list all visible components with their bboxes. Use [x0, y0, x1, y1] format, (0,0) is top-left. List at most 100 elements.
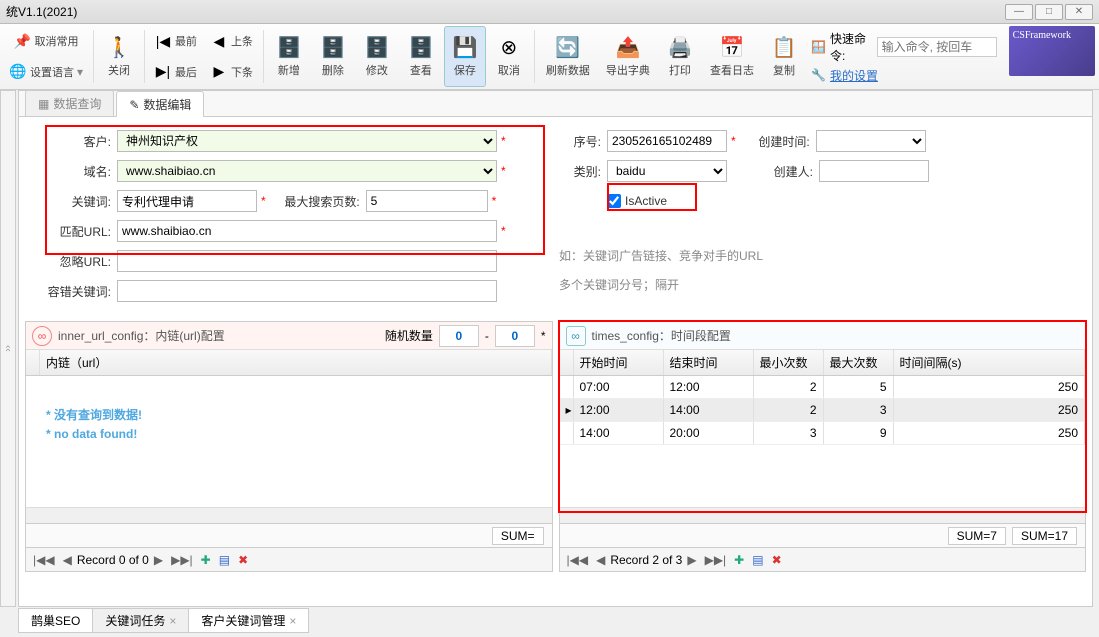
col-max: 最大次数 — [824, 350, 894, 375]
quick-cmd-input[interactable] — [877, 37, 997, 57]
inner-nav-first[interactable]: |◀◀ — [30, 553, 58, 567]
col-end: 结束时间 — [664, 350, 754, 375]
rand-from-input[interactable] — [439, 325, 479, 347]
inner-hscroll[interactable] — [26, 507, 552, 523]
link-icon: ∞ — [32, 326, 52, 346]
times-nav-next[interactable]: ▶ — [684, 553, 699, 567]
col-start: 开始时间 — [574, 350, 664, 375]
set-language-button[interactable]: 🌐设置语言▾ — [4, 61, 89, 83]
tolkeyword-label: 容错关键词: — [39, 283, 117, 300]
split-panes: ∞ inner_url_config：内链(url)配置 随机数量 - * 内链… — [25, 321, 1086, 572]
table-row[interactable]: ▸12:0014:0023250 — [560, 399, 1086, 422]
col-min: 最小次数 — [754, 350, 824, 375]
tab-data-query[interactable]: ▦数据查询 — [25, 90, 114, 116]
inner-sum: SUM= — [492, 527, 544, 545]
framework-logo: CSFramework — [1009, 26, 1095, 76]
inner-nav-next[interactable]: ▶ — [151, 553, 166, 567]
close-window-button[interactable]: ✕ — [1065, 4, 1093, 20]
maximize-button[interactable]: □ — [1035, 4, 1063, 20]
pin-icon: 📌 — [15, 33, 31, 49]
creator-input[interactable] — [819, 160, 929, 182]
createtime-label: 创建时间: — [736, 133, 816, 150]
first-icon: |◀ — [155, 33, 171, 49]
times-hscroll[interactable] — [560, 507, 1086, 523]
tolkeyword-input[interactable] — [117, 280, 497, 302]
my-settings-link[interactable]: 我的设置 — [830, 67, 878, 84]
times-nav-edit[interactable]: ▤ — [749, 553, 766, 567]
times-nav-del[interactable]: ✖ — [769, 553, 785, 567]
view-log-button[interactable]: 📅查看日志 — [703, 26, 761, 87]
next-icon: ▶ — [211, 64, 227, 80]
highlight-box-isactive — [607, 183, 697, 211]
next-record-button[interactable]: ▶下条 — [205, 61, 259, 83]
title-bar: 统V1.1(2021) — □ ✕ — [0, 0, 1099, 24]
first-record-button[interactable]: |◀最前 — [149, 30, 203, 52]
inner-nav-add[interactable]: ✚ — [198, 553, 214, 567]
cancel-button[interactable]: ⊗取消 — [488, 26, 530, 87]
cancel-common-button[interactable]: 📌取消常用 — [4, 30, 89, 52]
save-button[interactable]: 💾保存 — [444, 26, 486, 87]
inner-nav-del[interactable]: ✖ — [235, 553, 251, 567]
export-dict-button[interactable]: 📤导出字典 — [599, 26, 657, 87]
category-select[interactable]: baidu — [607, 160, 727, 182]
inner-nav-record: Record 0 of 0 — [77, 553, 149, 567]
creator-label: 创建人: — [739, 163, 819, 180]
inner-url-pane: ∞ inner_url_config：内链(url)配置 随机数量 - * 内链… — [25, 321, 553, 572]
times-nav-last[interactable]: ▶▶| — [702, 553, 730, 567]
btab-customer-kw[interactable]: 客户关键词管理× — [188, 608, 309, 633]
btab-keyword-task[interactable]: 关键词任务× — [92, 608, 189, 633]
times-pane-title: times_config：时间段配置 — [592, 327, 731, 344]
win-flag-icon: 🪟 — [811, 40, 826, 54]
refresh-button[interactable]: 🔄刷新数据 — [539, 26, 597, 87]
db-del-icon: 🗄️ — [321, 36, 345, 60]
edit-button[interactable]: 🗄️修改 — [356, 26, 398, 87]
db-edit-icon: 🗄️ — [365, 36, 389, 60]
copy-button[interactable]: 📋复制 — [763, 26, 805, 87]
ignoreurl-label: 忽略URL: — [39, 253, 117, 270]
close-tab-icon[interactable]: × — [169, 614, 176, 628]
grid-icon: ▦ — [38, 97, 49, 111]
ribbon-toolbar: 📌取消常用 🌐设置语言▾ 🚶关闭 |◀最前 ▶|最后 ◀上条 ▶下条 🗄️新增 … — [0, 24, 1099, 90]
table-row[interactable]: 07:0012:0025250 — [560, 376, 1086, 399]
times-sum-min: SUM=7 — [948, 527, 1006, 545]
times-grid[interactable]: 07:0012:0025250 ▸12:0014:0023250 14:0020… — [560, 376, 1086, 507]
inner-nav-prev[interactable]: ◀ — [60, 553, 75, 567]
times-nav-prev[interactable]: ◀ — [593, 553, 608, 567]
hint-tol-keyword: 多个关键词分号；隔开 — [559, 276, 929, 293]
createtime-select[interactable] — [816, 130, 926, 152]
inner-nav: |◀◀ ◀ Record 0 of 0 ▶ ▶▶| ✚ ▤ ✖ — [26, 547, 552, 571]
print-button[interactable]: 🖨️打印 — [659, 26, 701, 87]
inner-tabs: ▦数据查询 ✎数据编辑 — [19, 91, 1092, 117]
inner-nav-edit[interactable]: ▤ — [216, 553, 233, 567]
bottom-tabs: 鹊巢SEO 关键词任务× 客户关键词管理× — [18, 608, 308, 633]
table-row[interactable]: 14:0020:0039250 — [560, 422, 1086, 445]
clock-icon: ∞ — [566, 326, 586, 346]
serial-label: 序号: — [559, 133, 607, 150]
tab-data-edit[interactable]: ✎数据编辑 — [116, 91, 204, 117]
prev-record-button[interactable]: ◀上条 — [205, 30, 259, 52]
minimize-button[interactable]: — — [1005, 4, 1033, 20]
close-tab-icon[interactable]: × — [289, 614, 296, 628]
btab-seo[interactable]: 鹊巢SEO — [18, 608, 93, 633]
highlight-box-form — [45, 125, 545, 255]
quick-cmd-label: 快速命令: — [830, 30, 873, 64]
view-button[interactable]: 🗄️查看 — [400, 26, 442, 87]
delete-button[interactable]: 🗄️删除 — [312, 26, 354, 87]
last-icon: ▶| — [155, 64, 171, 80]
inner-pane-title: inner_url_config：内链(url)配置 — [58, 327, 225, 344]
category-label: 类别: — [559, 163, 607, 180]
times-nav-first[interactable]: |◀◀ — [564, 553, 592, 567]
print-icon: 🖨️ — [668, 36, 692, 60]
side-panel-grip[interactable]: ‹‹ — [0, 90, 16, 607]
close-button[interactable]: 🚶关闭 — [98, 26, 140, 87]
prev-icon: ◀ — [211, 33, 227, 49]
rand-to-input[interactable] — [495, 325, 535, 347]
times-sum-max: SUM=17 — [1012, 527, 1077, 545]
inner-nav-last[interactable]: ▶▶| — [168, 553, 196, 567]
add-button[interactable]: 🗄️新增 — [268, 26, 310, 87]
last-record-button[interactable]: ▶|最后 — [149, 61, 203, 83]
window-title: 统V1.1(2021) — [6, 3, 77, 20]
export-icon: 📤 — [616, 36, 640, 60]
serial-input[interactable] — [607, 130, 727, 152]
times-nav-add[interactable]: ✚ — [731, 553, 747, 567]
